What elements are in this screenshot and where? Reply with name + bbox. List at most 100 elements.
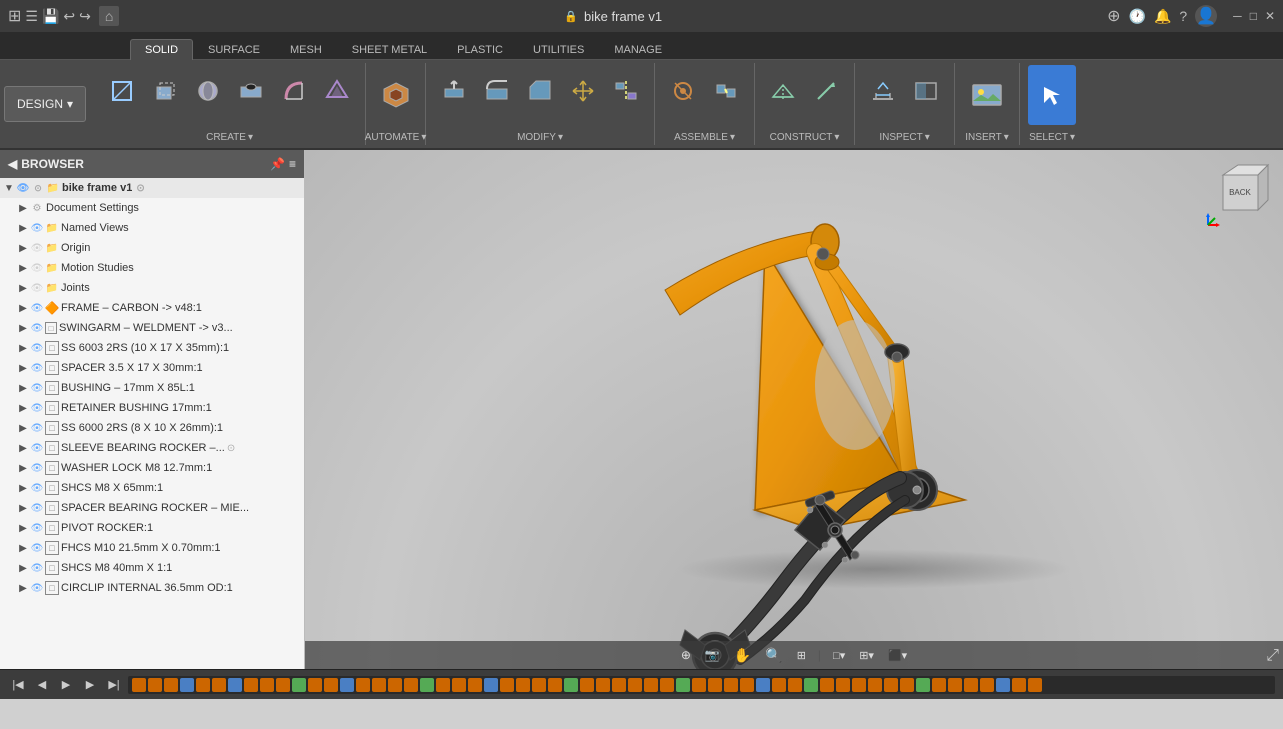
browser-item-origin[interactable]: ▶ 👁 📁 Origin bbox=[0, 238, 304, 258]
timeline-step-45[interactable] bbox=[836, 678, 850, 692]
browser-item-bushing[interactable]: ▶ 👁 □ BUSHING – 17mm X 85L:1 bbox=[0, 378, 304, 398]
timeline-step-32[interactable] bbox=[628, 678, 642, 692]
timeline-step-4[interactable] bbox=[180, 678, 194, 692]
timeline-step-57[interactable] bbox=[1028, 678, 1042, 692]
assemble-label[interactable]: ASSEMBLE ▾ bbox=[674, 132, 735, 143]
browser-item-fhcs-m10[interactable]: ▶ 👁 □ FHCS M10 21.5mm X 0.70mm:1 bbox=[0, 538, 304, 558]
save-icon[interactable]: 💾 bbox=[42, 8, 59, 25]
vp-zoom-extent-btn[interactable]: ⊞ bbox=[793, 647, 810, 664]
rigid-group-btn[interactable] bbox=[706, 65, 746, 117]
timeline-step-6[interactable] bbox=[212, 678, 226, 692]
spacer-bearing-rocker-visibility-icon[interactable]: 👁 bbox=[30, 501, 44, 515]
undo-icon[interactable]: ↩ bbox=[63, 8, 75, 25]
home-icon[interactable]: ⌂ bbox=[99, 6, 119, 26]
shcs-m8-65-visibility-icon[interactable]: 👁 bbox=[30, 481, 44, 495]
revolve-btn[interactable] bbox=[188, 65, 228, 117]
joint-btn[interactable] bbox=[663, 65, 703, 117]
timeline-step-16[interactable] bbox=[372, 678, 386, 692]
shcs-m8-40-visibility-icon[interactable]: 👁 bbox=[30, 561, 44, 575]
ss6000-visibility-icon[interactable]: 👁 bbox=[30, 421, 44, 435]
timeline-step-49[interactable] bbox=[900, 678, 914, 692]
browser-item-circlip[interactable]: ▶ 👁 □ CIRCLIP INTERNAL 36.5mm OD:1 bbox=[0, 578, 304, 598]
timeline-step-22[interactable] bbox=[468, 678, 482, 692]
timeline-step-31[interactable] bbox=[612, 678, 626, 692]
select-btn[interactable] bbox=[1028, 65, 1076, 125]
root-visibility-icon[interactable]: 👁 bbox=[16, 181, 30, 195]
fillet-btn[interactable] bbox=[274, 65, 314, 117]
browser-pin-icon[interactable]: 📌 bbox=[270, 157, 285, 171]
timeline-step-24[interactable] bbox=[500, 678, 514, 692]
timeline-step-55[interactable] bbox=[996, 678, 1010, 692]
origin-visibility-icon[interactable]: 👁 bbox=[30, 241, 44, 255]
spacer35-visibility-icon[interactable]: 👁 bbox=[30, 361, 44, 375]
viewcube[interactable]: BACK bbox=[1203, 160, 1273, 230]
timeline-step-15[interactable] bbox=[356, 678, 370, 692]
vp-pan-btn[interactable]: ✋ bbox=[730, 645, 755, 666]
retainer-bushing-visibility-icon[interactable]: 👁 bbox=[30, 401, 44, 415]
timeline-step-9[interactable] bbox=[260, 678, 274, 692]
pivot-rocker-visibility-icon[interactable]: 👁 bbox=[30, 521, 44, 535]
named-views-visibility-icon[interactable]: 👁 bbox=[30, 221, 44, 235]
timeline-step-36[interactable] bbox=[692, 678, 706, 692]
washer-lock-visibility-icon[interactable]: 👁 bbox=[30, 461, 44, 475]
timeline-step-2[interactable] bbox=[148, 678, 162, 692]
timeline-track[interactable] bbox=[128, 676, 1275, 694]
add-tab-btn[interactable]: ⊕ bbox=[1107, 6, 1120, 26]
browser-item-joints[interactable]: ▶ 👁 📁 Joints bbox=[0, 278, 304, 298]
vp-home-btn[interactable]: ⊕ bbox=[677, 646, 695, 664]
timeline-step-20[interactable] bbox=[436, 678, 450, 692]
press-pull-btn[interactable] bbox=[434, 65, 474, 117]
vp-zoom-btn[interactable]: 🔍 bbox=[761, 645, 786, 666]
insert-label[interactable]: INSERT ▾ bbox=[965, 132, 1009, 143]
tl-play-btn[interactable]: ▶ bbox=[56, 675, 76, 695]
timeline-step-29[interactable] bbox=[580, 678, 594, 692]
construct-plane-btn[interactable] bbox=[763, 65, 803, 117]
browser-item-spacer35[interactable]: ▶ 👁 □ SPACER 3.5 X 17 X 30mm:1 bbox=[0, 358, 304, 378]
chamfer-btn[interactable] bbox=[520, 65, 560, 117]
timeline-step-42[interactable] bbox=[788, 678, 802, 692]
maximize-btn[interactable]: □ bbox=[1250, 9, 1257, 23]
timeline-step-53[interactable] bbox=[964, 678, 978, 692]
align-btn[interactable] bbox=[606, 65, 646, 117]
timeline-step-1[interactable] bbox=[132, 678, 146, 692]
timeline-step-44[interactable] bbox=[820, 678, 834, 692]
timeline-step-13[interactable] bbox=[324, 678, 338, 692]
tl-last-btn[interactable]: ▶| bbox=[104, 675, 124, 695]
minimize-btn[interactable]: ─ bbox=[1233, 9, 1242, 23]
collapse-browser-icon[interactable]: ◀ bbox=[8, 157, 17, 171]
timeline-step-51[interactable] bbox=[932, 678, 946, 692]
timeline-step-10[interactable] bbox=[276, 678, 290, 692]
browser-item-swingarm[interactable]: ▶ 👁 □ SWINGARM – WELDMENT -> v3... bbox=[0, 318, 304, 338]
timeline-step-26[interactable] bbox=[532, 678, 546, 692]
timeline-step-3[interactable] bbox=[164, 678, 178, 692]
modify-label[interactable]: MODIFY ▾ bbox=[517, 132, 563, 143]
timeline-step-39[interactable] bbox=[740, 678, 754, 692]
viewport[interactable]: BACK ⊕ 📷 ✋ 🔍 ⊞ | □▾ ⊞▾ ⬛▾ ⤢ bbox=[305, 150, 1283, 669]
timeline-step-18[interactable] bbox=[404, 678, 418, 692]
timeline-step-21[interactable] bbox=[452, 678, 466, 692]
vp-expand-btn[interactable]: ⤢ bbox=[1266, 647, 1279, 665]
timeline-step-43[interactable] bbox=[804, 678, 818, 692]
tab-manage[interactable]: MANAGE bbox=[599, 39, 677, 60]
hole-btn[interactable] bbox=[231, 65, 271, 117]
timeline-step-12[interactable] bbox=[308, 678, 322, 692]
clock-icon[interactable]: 🕐 bbox=[1129, 8, 1146, 25]
close-btn[interactable]: ✕ bbox=[1265, 9, 1275, 23]
timeline-step-25[interactable] bbox=[516, 678, 530, 692]
timeline-step-30[interactable] bbox=[596, 678, 610, 692]
browser-item-shcs-m8-65[interactable]: ▶ 👁 □ SHCS M8 X 65mm:1 bbox=[0, 478, 304, 498]
tab-sheet-metal[interactable]: SHEET METAL bbox=[337, 39, 442, 60]
browser-item-washer-lock[interactable]: ▶ 👁 □ WASHER LOCK M8 12.7mm:1 bbox=[0, 458, 304, 478]
vp-grid-btn[interactable]: ⊞▾ bbox=[855, 647, 878, 664]
joints-visibility-icon[interactable]: 👁 bbox=[30, 281, 44, 295]
browser-item-motion-studies[interactable]: ▶ 👁 📁 Motion Studies bbox=[0, 258, 304, 278]
fillet2-btn[interactable] bbox=[477, 65, 517, 117]
root-capture-icon[interactable]: ⊙ bbox=[31, 181, 45, 195]
tl-first-btn[interactable]: |◀ bbox=[8, 675, 28, 695]
app-menu-icon[interactable]: ⊞ bbox=[8, 6, 21, 26]
timeline-step-37[interactable] bbox=[708, 678, 722, 692]
timeline-step-28[interactable] bbox=[564, 678, 578, 692]
user-icon[interactable]: 👤 bbox=[1195, 5, 1217, 27]
browser-item-doc-settings[interactable]: ▶ ⚙ Document Settings bbox=[0, 198, 304, 218]
browser-item-ss6003[interactable]: ▶ 👁 □ SS 6003 2RS (10 X 17 X 35mm):1 bbox=[0, 338, 304, 358]
